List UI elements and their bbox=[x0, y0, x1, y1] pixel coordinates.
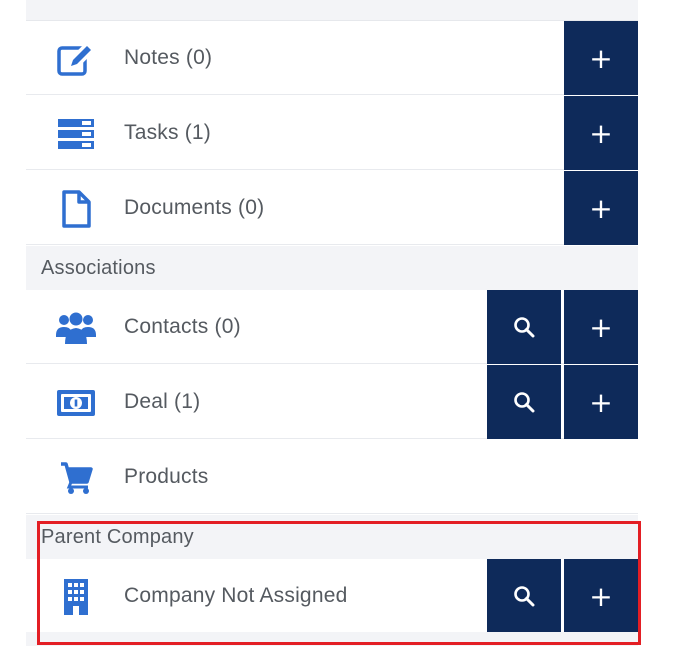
row-contacts[interactable]: Contacts (0) + bbox=[26, 290, 638, 364]
row-label: Company Not Assigned bbox=[124, 584, 348, 607]
search-company-button[interactable] bbox=[487, 559, 561, 633]
row-products[interactable]: Products bbox=[26, 440, 638, 514]
row-notes[interactable]: Notes (0) + bbox=[26, 21, 638, 95]
row-label: Products bbox=[124, 465, 209, 488]
row-label: Documents (0) bbox=[124, 196, 265, 219]
contacts-icon bbox=[56, 308, 96, 348]
edit-icon bbox=[56, 39, 96, 79]
add-note-button[interactable]: + bbox=[564, 21, 638, 95]
detail-panel: Notes (0) + Tasks (1) + Documents (0) + bbox=[26, 0, 638, 671]
row-label: Notes (0) bbox=[124, 46, 213, 69]
row-documents[interactable]: Documents (0) + bbox=[26, 171, 638, 245]
section-title: Parent Company bbox=[41, 526, 194, 548]
search-deal-button[interactable] bbox=[487, 365, 561, 439]
section-title: Associations bbox=[41, 257, 156, 279]
add-company-button[interactable]: + bbox=[564, 559, 638, 633]
building-icon bbox=[56, 577, 96, 617]
add-deal-button[interactable]: + bbox=[564, 365, 638, 439]
tasks-icon bbox=[56, 114, 96, 154]
add-contact-button[interactable]: + bbox=[564, 290, 638, 364]
document-icon bbox=[56, 189, 96, 229]
row-label: Tasks (1) bbox=[124, 121, 211, 144]
bottom-divider bbox=[26, 632, 638, 646]
deal-icon bbox=[56, 383, 96, 423]
row-label: Deal (1) bbox=[124, 390, 201, 413]
search-contacts-button[interactable] bbox=[487, 290, 561, 364]
search-icon bbox=[514, 586, 535, 607]
row-label: Contacts (0) bbox=[124, 315, 241, 338]
row-deal[interactable]: Deal (1) + bbox=[26, 365, 638, 439]
search-icon bbox=[514, 317, 535, 338]
add-document-button[interactable]: + bbox=[564, 171, 638, 245]
row-parent-company[interactable]: Company Not Assigned + bbox=[26, 559, 638, 633]
row-tasks[interactable]: Tasks (1) + bbox=[26, 96, 638, 170]
parent-company-header: Parent Company bbox=[26, 515, 638, 559]
search-icon bbox=[514, 392, 535, 413]
top-divider bbox=[26, 0, 638, 21]
add-task-button[interactable]: + bbox=[564, 96, 638, 170]
cart-icon bbox=[56, 458, 96, 498]
associations-header: Associations bbox=[26, 246, 638, 290]
